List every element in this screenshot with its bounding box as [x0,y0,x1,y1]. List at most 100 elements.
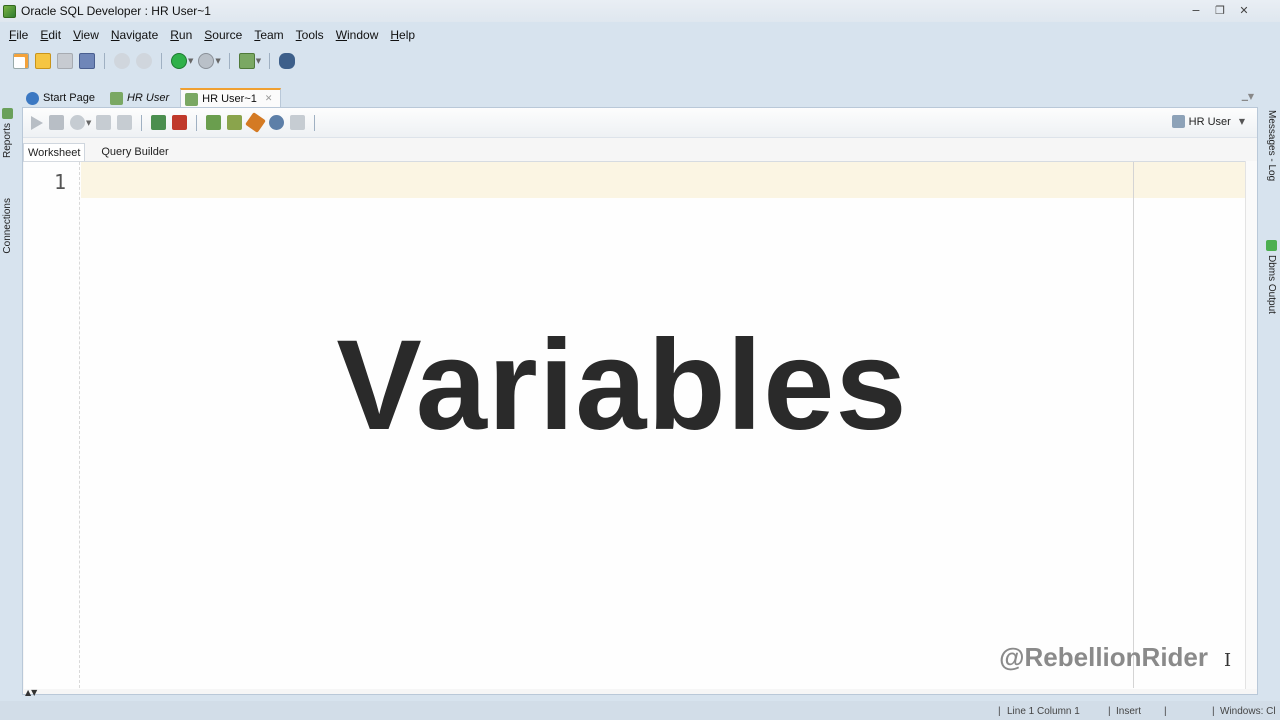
connection-label: HR User [1188,115,1231,128]
sql-worksheet-icon[interactable] [238,53,255,69]
window-title: Oracle SQL Developer : HR User~1 [21,4,211,18]
sql-worksheet-icon [185,92,199,106]
new-file-icon[interactable] [13,53,29,69]
save-all-icon[interactable] [79,53,95,69]
menu-tools[interactable]: Tools [290,28,330,42]
toolbar-separator [314,114,316,131]
binoculars-icon[interactable] [279,53,296,69]
menu-label: un [178,28,193,42]
tab-query-builder[interactable]: Query Builder [97,143,172,161]
line-ending-format: Windows: Cl [1220,706,1276,717]
left-dock: Reports Connections [0,86,22,700]
toolbar-separator [228,53,230,69]
tab-hr-user-1[interactable]: HR User~1 ✕ [180,88,282,108]
menu-run[interactable]: Run [164,28,198,42]
run-statement-icon[interactable] [31,115,43,130]
tab-label: Start Page [43,92,95,104]
editor-tabs: Start Page HR User HR User~1 ✕ ▁▼ [22,88,1258,108]
menu-view[interactable]: View [67,28,105,42]
worksheet-subtabs: Worksheet Query Builder [23,142,185,162]
menu-label: eam [260,28,284,42]
tab-start-page[interactable]: Start Page [22,88,103,108]
menu-label: iew [80,28,99,42]
right-dock: Messages - Log Dbms Output [1258,86,1280,700]
status-separator: | [1108,706,1111,717]
toolbar-separator [141,114,143,131]
menu-label: ools [301,28,324,42]
menu-label: avigate [119,28,159,42]
redo-icon[interactable] [136,53,152,69]
undo-icon[interactable] [114,53,130,69]
sql-developer-app-icon [3,4,16,18]
chevron-down-icon[interactable]: ▼ [256,57,261,65]
close-tab-icon[interactable]: ✕ [265,94,273,104]
menu-team[interactable]: Team [248,28,289,42]
chevron-down-icon: ▼ [1238,117,1245,126]
connection-icon [109,91,123,105]
status-separator: | [1212,706,1215,717]
connections-panel-tab[interactable]: Connections [2,198,13,254]
reports-tab-label: Reports [2,123,13,159]
reports-icon [2,108,13,119]
to-upper-lower-icon[interactable] [227,115,243,130]
toolbar-separator [269,53,271,69]
menu-source[interactable]: Source [198,28,248,42]
tab-list-chevron-icon[interactable]: ▁▼ [1242,92,1254,101]
messages-log-panel-tab[interactable]: Messages - Log [1266,110,1277,181]
unshared-worksheet-icon[interactable] [206,115,222,130]
menu-mnemonic: R [170,28,179,42]
vertical-scrollbar[interactable] [1245,161,1257,689]
menu-label: ource [212,28,243,42]
main-toolbar: ▼ ▼ ▼ [0,48,1280,74]
close-icon[interactable]: ✕ [1232,1,1256,19]
menu-file[interactable]: File [3,28,34,42]
tab-hr-user[interactable]: HR User [106,88,177,108]
menu-mnemonic: H [390,28,400,42]
sql-tuning-icon[interactable] [117,115,133,130]
format-icon[interactable] [290,115,306,130]
worksheet-panel: ▼ HR User ▼ Worksheet Query Builder 1 Va… [22,107,1258,697]
open-folder-icon[interactable] [35,53,51,69]
connection-selector[interactable]: HR User ▼ [1171,115,1245,128]
dbms-output-tab-label: Dbms Output [1266,255,1277,314]
cursor-position: Line 1 Column 1 [1007,706,1080,717]
menu-edit[interactable]: Edit [34,28,67,42]
commit-icon[interactable] [151,115,167,130]
restore-icon[interactable]: ❐ [1208,1,1232,19]
back-navigation-icon[interactable] [171,53,187,69]
menu-window[interactable]: Window [330,28,385,42]
toolbar-separator [104,53,105,69]
help-icon [26,91,39,105]
line-number: 1 [54,170,67,194]
menu-navigate[interactable]: Navigate [105,28,164,42]
menu-mnemonic: V [73,28,81,42]
tab-label: HR User [126,92,170,104]
menu-mnemonic: W [335,28,348,42]
autotrace-icon[interactable] [70,115,85,130]
dbms-output-panel-tab[interactable]: Dbms Output [1266,236,1277,314]
edit-mode: Insert [1116,706,1142,717]
tab-worksheet[interactable]: Worksheet [23,142,86,162]
run-script-icon[interactable] [49,115,64,130]
chevron-down-icon[interactable]: ▼ [215,57,220,65]
split-arrows-icon[interactable]: ▲▼ [25,688,37,697]
menu-label: indow [347,28,379,42]
chevron-down-icon[interactable]: ▼ [188,57,193,65]
sql-editor[interactable]: 1 Variables @RebellionRider I [24,161,1246,689]
sql-history-icon[interactable] [269,115,285,130]
menu-help[interactable]: Help [384,28,421,42]
messages-log-tab-label: Messages - Log [1266,110,1277,182]
rollback-icon[interactable] [172,115,188,130]
explain-plan-icon[interactable] [96,115,112,130]
save-icon[interactable] [57,53,73,69]
menu-label: elp [399,28,416,42]
menu-bar: File Edit View Navigate Run Source Team Tools Wi… [0,24,1280,46]
minimize-icon[interactable]: − [1184,1,1208,19]
toolbar-separator [196,114,198,131]
menu-label: dit [48,28,62,42]
clear-eraser-icon[interactable] [245,112,267,133]
tab-label: HR User~1 [202,93,257,105]
chevron-down-icon[interactable]: ▼ [86,119,91,127]
forward-navigation-icon[interactable] [198,53,215,69]
reports-panel-tab[interactable]: Reports [2,108,13,158]
